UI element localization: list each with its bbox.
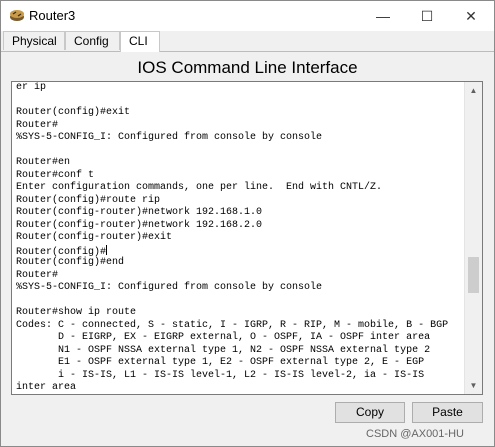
terminal-line: Enter configuration commands, one per li… [16, 182, 383, 193]
vertical-scrollbar[interactable]: ▲ ▼ [464, 82, 482, 394]
tab-config[interactable]: Config [65, 31, 120, 50]
scroll-up-icon[interactable]: ▲ [465, 82, 482, 99]
tab-physical[interactable]: Physical [3, 31, 65, 50]
cli-console[interactable]: er ip Router(config)#exit Router# %SYS-5-CO… [11, 81, 483, 395]
maximize-button[interactable]: ☐ [405, 1, 449, 31]
title-bar[interactable]: Router3 — ☐ ✕ [1, 1, 494, 31]
terminal-output[interactable]: er ip Router(config)#exit Router# %SYS-5-CO… [12, 82, 464, 394]
terminal-line: Router(config-router)#exit [16, 232, 173, 243]
terminal-line: inter area [16, 382, 77, 393]
terminal-line: D - EIGRP, EX - EIGRP external, O - OSPF… [16, 332, 431, 343]
text-cursor [106, 244, 108, 255]
copy-button[interactable]: Copy [335, 402, 405, 423]
scroll-down-icon[interactable]: ▼ [465, 377, 482, 394]
terminal-line: Router(config)# [16, 244, 108, 258]
terminal-line: Codes: C - connected, S - static, I - IG… [16, 319, 449, 331]
terminal-line: N1 - OSPF NSSA external type 1, N2 - OSP… [16, 344, 431, 356]
router-app-icon [9, 7, 25, 23]
terminal-line: Router#en [16, 157, 71, 168]
terminal-line: Router# [16, 269, 59, 281]
terminal-line: %SYS-5-CONFIG_I: Configured from console… [16, 132, 323, 143]
terminal-line: Router(config-router)#network 192.168.1.… [16, 207, 263, 218]
maximize-icon: ☐ [420, 7, 434, 24]
watermark: CSDN @AX001-HU [366, 428, 464, 440]
tab-bar: Physical Config CLI [1, 31, 494, 52]
page-title: IOS Command Line Interface [137, 58, 358, 77]
terminal-line: i - IS-IS, L1 - IS-IS level-1, L2 - IS-I… [16, 369, 425, 381]
terminal-line: Router(config)#end [16, 257, 125, 268]
close-icon: ✕ [465, 7, 477, 24]
terminal-line: Router(config-router)#network 192.168.2.… [16, 219, 263, 231]
terminal-line: er ip [16, 82, 47, 93]
scroll-thumb[interactable] [468, 257, 479, 293]
router-window: Router3 — ☐ ✕ Physical Config CLI IOS Co… [0, 0, 495, 447]
minimize-icon: — [376, 8, 390, 24]
close-button[interactable]: ✕ [449, 1, 493, 31]
terminal-line: Router#show ip route [16, 307, 137, 318]
minimize-button[interactable]: — [361, 1, 405, 31]
terminal-line: E1 - OSPF external type 1, E2 - OSPF ext… [16, 357, 425, 368]
terminal-line: Router#conf t [16, 169, 95, 181]
terminal-line: Router(config)#route rip [16, 194, 161, 206]
terminal-line: Router# [16, 119, 59, 131]
terminal-line: %SYS-5-CONFIG_I: Configured from console… [16, 282, 323, 293]
window-title: Router3 [29, 8, 76, 23]
paste-button[interactable]: Paste [412, 402, 483, 423]
terminal-line: Router(config)#exit [16, 107, 131, 118]
tab-cli[interactable]: CLI [120, 31, 160, 52]
